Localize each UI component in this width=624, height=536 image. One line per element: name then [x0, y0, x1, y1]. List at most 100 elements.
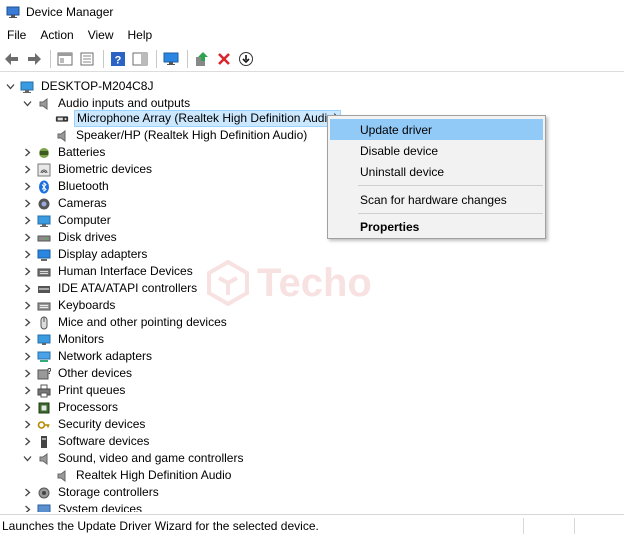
menu-view[interactable]: View	[81, 28, 121, 42]
svg-text:?: ?	[115, 54, 122, 66]
category-label: Monitors	[58, 332, 105, 346]
menu-separator	[358, 213, 543, 214]
back-arrow-icon[interactable]	[2, 49, 22, 69]
action-pane-icon[interactable]	[130, 49, 150, 69]
expand-chevron-icon[interactable]	[21, 164, 33, 176]
microphone-device-icon	[55, 112, 69, 126]
tree-category-security[interactable]: Security devices	[21, 416, 147, 433]
tree-category-disk-drives[interactable]: Disk drives	[21, 229, 119, 246]
computer-icon	[20, 80, 34, 94]
tree-category-mice[interactable]: Mice and other pointing devices	[21, 314, 229, 331]
menu-action[interactable]: Action	[33, 28, 80, 42]
update-driver-icon[interactable]	[192, 49, 212, 69]
expand-chevron-icon[interactable]	[21, 215, 33, 227]
expand-chevron-icon[interactable]	[21, 181, 33, 193]
tree-category-display-adapters[interactable]: Display adapters	[21, 246, 149, 263]
menu-item-update-driver[interactable]: Update driver	[330, 119, 543, 140]
watermark-logo-icon	[207, 260, 249, 306]
tree-category-network[interactable]: Network adapters	[21, 348, 154, 365]
help-icon[interactable]: ?	[108, 49, 128, 69]
tree-category-software[interactable]: Software devices	[21, 433, 151, 450]
uninstall-x-icon[interactable]	[214, 49, 234, 69]
toolbar-divider	[103, 49, 104, 68]
speaker-icon	[37, 97, 51, 111]
expand-chevron-icon[interactable]	[21, 487, 33, 499]
menu-item-properties[interactable]: Properties	[330, 216, 543, 237]
tree-root[interactable]: DESKTOP-M204C8J	[4, 78, 155, 95]
category-label: Storage controllers	[58, 485, 159, 499]
tree-category-biometric[interactable]: Biometric devices	[21, 161, 154, 178]
status-divider	[574, 518, 575, 534]
menu-file[interactable]: File	[0, 28, 33, 42]
system-devices-icon	[37, 503, 51, 512]
window-title: Device Manager	[26, 5, 114, 19]
category-label: Mice and other pointing devices	[58, 315, 227, 329]
menu-item-disable-device[interactable]: Disable device	[330, 140, 543, 161]
bluetooth-icon	[37, 180, 51, 194]
tree-category-hid[interactable]: Human Interface Devices	[21, 263, 195, 280]
tree-category-keyboards[interactable]: Keyboards	[21, 297, 117, 314]
collapse-chevron-icon[interactable]	[21, 453, 33, 465]
expand-chevron-icon[interactable]	[21, 385, 33, 397]
speaker-icon	[55, 129, 69, 143]
tree-category-batteries[interactable]: Batteries	[21, 144, 107, 161]
ide-controller-icon	[37, 282, 51, 296]
menu-item-scan-hardware[interactable]: Scan for hardware changes	[330, 189, 543, 210]
fingerprint-icon	[37, 163, 51, 177]
monitor-scan-icon[interactable]	[161, 49, 181, 69]
category-label: Disk drives	[58, 230, 117, 244]
properties-panel-icon[interactable]	[55, 49, 75, 69]
expand-chevron-icon[interactable]	[21, 317, 33, 329]
menu-help[interactable]: Help	[121, 28, 160, 42]
tree-category-print-queues[interactable]: Print queues	[21, 382, 127, 399]
expand-chevron-icon[interactable]	[21, 351, 33, 363]
keyboard-icon	[37, 265, 51, 279]
tree-category-bluetooth[interactable]: Bluetooth	[21, 178, 111, 195]
expand-chevron-icon[interactable]	[21, 504, 33, 512]
expand-chevron-icon[interactable]	[21, 402, 33, 414]
expand-chevron-icon[interactable]	[21, 436, 33, 448]
menu-item-uninstall-device[interactable]: Uninstall device	[330, 161, 543, 182]
expand-chevron-icon[interactable]	[21, 334, 33, 346]
tree-category-processors[interactable]: Processors	[21, 399, 120, 416]
device-label: Realtek High Definition Audio	[76, 468, 232, 482]
category-label: Keyboards	[58, 298, 116, 312]
expand-chevron-icon[interactable]	[21, 419, 33, 431]
expand-chevron-icon[interactable]	[21, 283, 33, 295]
category-label: Biometric devices	[58, 162, 153, 176]
processor-icon	[37, 401, 51, 415]
expand-chevron-icon[interactable]	[21, 147, 33, 159]
disable-down-arrow-icon[interactable]	[236, 49, 256, 69]
tree-category-monitors[interactable]: Monitors	[21, 331, 106, 348]
expand-chevron-icon[interactable]	[21, 300, 33, 312]
expand-chevron-icon[interactable]	[21, 232, 33, 244]
tree-category-other[interactable]: ? Other devices	[21, 365, 134, 382]
collapse-chevron-icon[interactable]	[4, 81, 16, 93]
expand-chevron-icon[interactable]	[21, 266, 33, 278]
forward-arrow-icon[interactable]	[24, 49, 44, 69]
collapse-chevron-icon[interactable]	[21, 98, 33, 110]
security-key-icon	[37, 418, 51, 432]
network-adapter-icon	[37, 350, 51, 364]
category-label: Audio inputs and outputs	[58, 96, 191, 110]
expand-chevron-icon[interactable]	[21, 368, 33, 380]
show-hidden-icon[interactable]	[77, 49, 97, 69]
tree-category-ide[interactable]: IDE ATA/ATAPI controllers	[21, 280, 199, 297]
tree-category-system[interactable]: System devices	[21, 501, 144, 512]
tree-device-speaker[interactable]: Speaker/HP (Realtek High Definition Audi…	[55, 127, 309, 144]
tree-category-cameras[interactable]: Cameras	[21, 195, 109, 212]
category-label: System devices	[58, 502, 143, 512]
expand-chevron-icon[interactable]	[21, 198, 33, 210]
tree-device-microphone[interactable]: Microphone Array (Realtek High Definitio…	[55, 110, 341, 127]
mouse-icon	[37, 316, 51, 330]
status-text: Launches the Update Driver Wizard for th…	[2, 518, 319, 533]
toolbar: ?	[0, 46, 624, 72]
tree-device-realtek[interactable]: Realtek High Definition Audio	[55, 467, 233, 484]
tree-category-computer[interactable]: Computer	[21, 212, 113, 229]
tree-category-storage[interactable]: Storage controllers	[21, 484, 161, 501]
expand-chevron-icon[interactable]	[21, 249, 33, 261]
printer-icon	[37, 384, 51, 398]
device-label: Speaker/HP (Realtek High Definition Audi…	[76, 128, 308, 142]
speaker-icon	[37, 452, 51, 466]
tree-category-sound[interactable]: Sound, video and game controllers	[21, 450, 245, 467]
